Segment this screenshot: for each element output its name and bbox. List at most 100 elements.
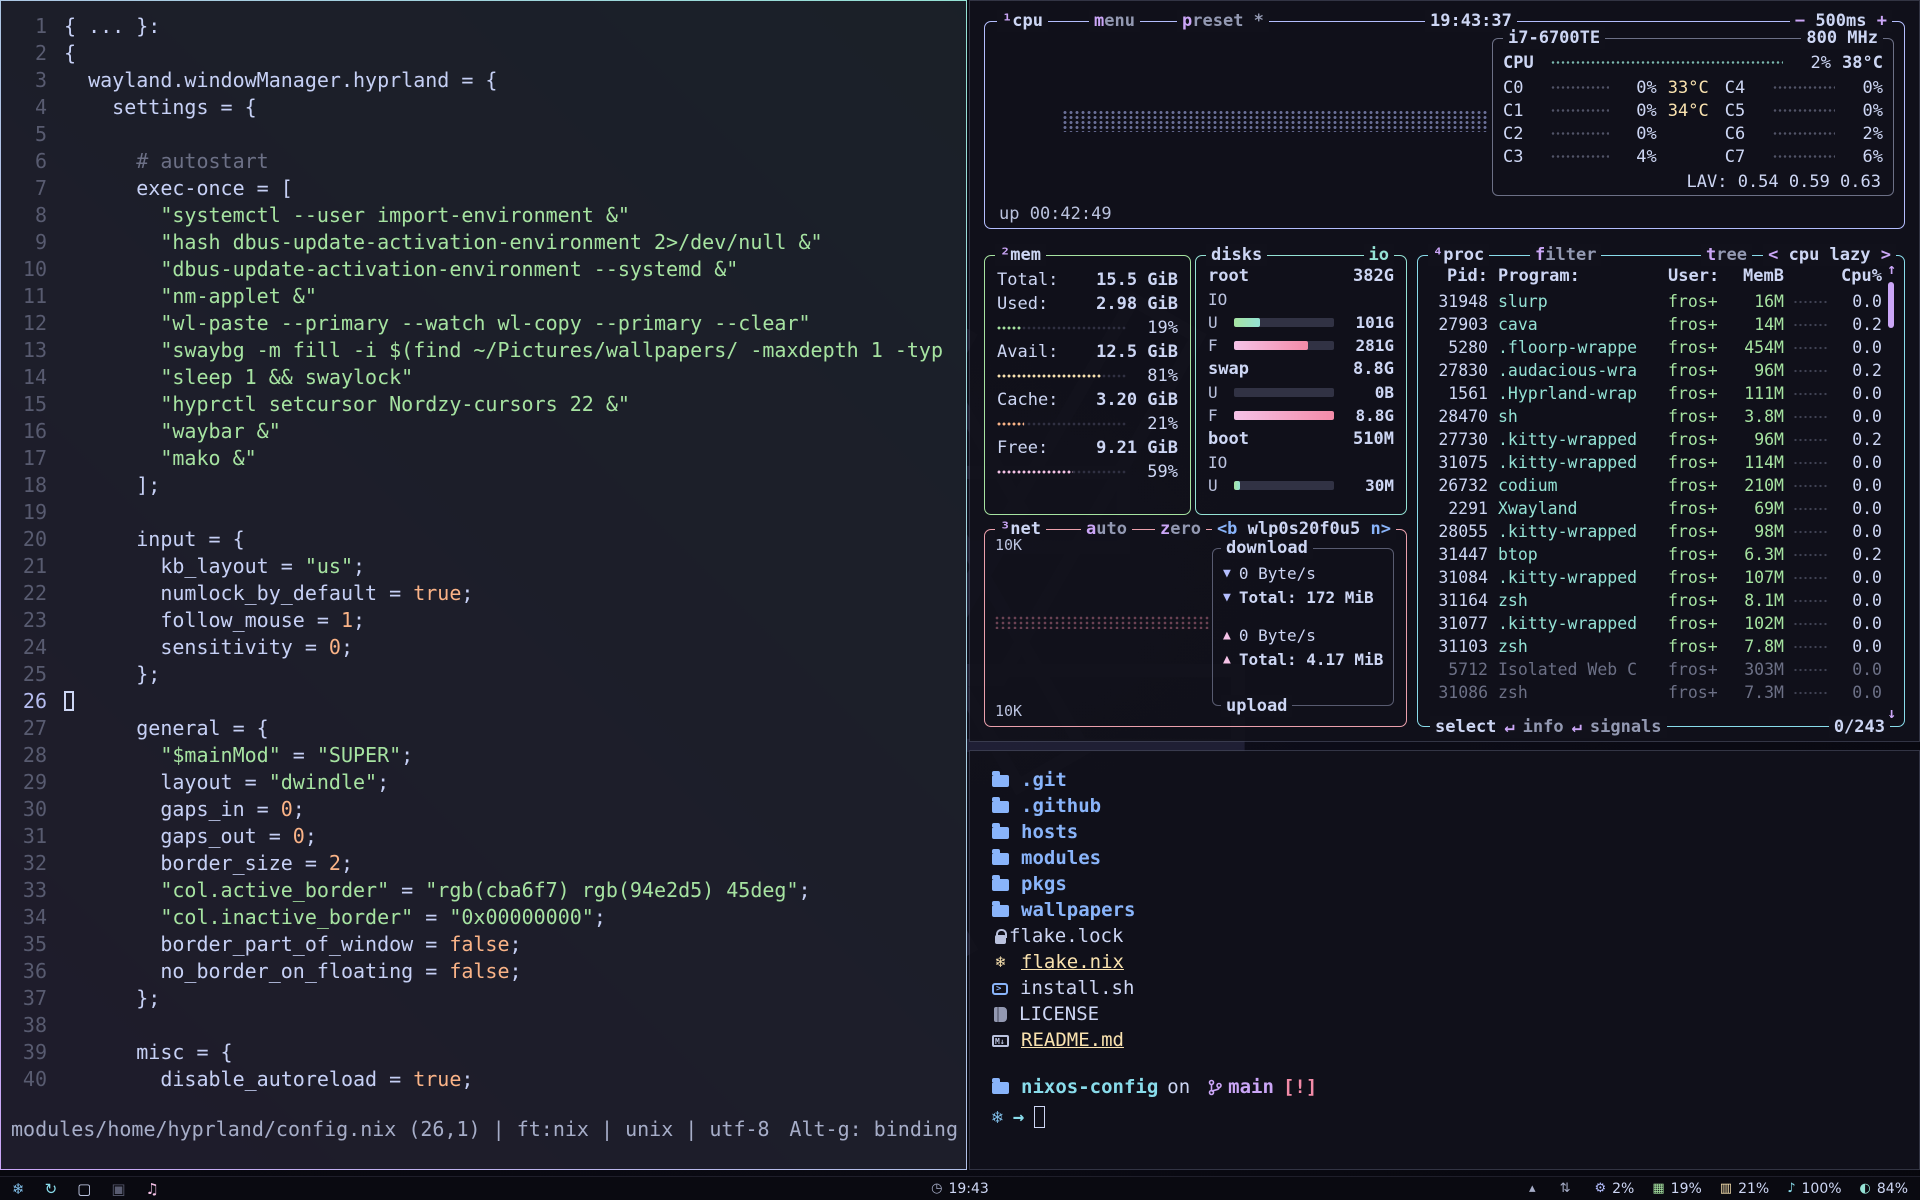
sort-mode-label: cpu lazy <box>1789 245 1871 265</box>
bar-apps-icon[interactable]: ▢ <box>77 1177 91 1200</box>
terminal-cursor <box>1034 1106 1045 1128</box>
disks-box-title[interactable]: disks <box>1206 244 1267 266</box>
iface-next-button[interactable]: n> <box>1371 519 1391 539</box>
process-meter <box>1794 438 1828 442</box>
net-scale-top: 10K <box>995 536 1022 554</box>
file-list-item: pkgs <box>992 871 1919 897</box>
line-number: 20 <box>1 526 47 553</box>
process-row[interactable]: 28470shfros+3.8M0.0 <box>1430 405 1882 428</box>
net-auto-button[interactable]: auto <box>1081 518 1132 540</box>
process-row[interactable]: 27730.kitty-wrappedfros+96M0.2 <box>1430 428 1882 451</box>
disks-io-toggle[interactable]: io <box>1364 244 1394 266</box>
disk-name: root <box>1208 266 1249 286</box>
column-header-pid[interactable]: Pid: <box>1430 266 1488 286</box>
process-user: fros+ <box>1668 453 1730 472</box>
line-number: 13 <box>1 337 47 364</box>
btop-terminal-window[interactable]: ¹cpu menu preset * 19:43:37 − 500ms + up… <box>969 0 1920 742</box>
process-row[interactable]: 5712Isolated Web Cfros+303M0.0 <box>1430 658 1882 681</box>
process-row[interactable]: 31164zshfros+8.1M0.0 <box>1430 589 1882 612</box>
memory-meter <box>997 373 1126 379</box>
sort-prev-button[interactable]: < <box>1768 245 1778 265</box>
line-number: 40 <box>1 1066 47 1093</box>
bar-tray-module[interactable]: ▴ <box>1529 1181 1542 1196</box>
process-row[interactable]: 5280.floorp-wrappefros+454M0.0 <box>1430 336 1882 359</box>
line-number: 7 <box>1 175 47 202</box>
editor-buffer[interactable]: 1{ ... }:2{3 wayland.windowManager.hyprl… <box>1 13 964 1099</box>
process-row[interactable]: 31084.kitty-wrappedfros+107M0.0 <box>1430 566 1882 589</box>
bar-display-icon[interactable]: ▣ <box>111 1177 125 1200</box>
bar-disk-module[interactable]: ▥21% <box>1720 1181 1769 1197</box>
code-text: wayland.windowManager.hyprland = { <box>64 67 964 94</box>
line-number: 33 <box>1 877 47 904</box>
disk-stat-value: 281G <box>1342 336 1394 355</box>
process-cpu: 0.0 <box>1838 660 1882 679</box>
shell-prompt-input-line[interactable]: ❄ → <box>992 1103 1919 1131</box>
download-arrow-icon: ▼ <box>1223 590 1231 605</box>
process-row[interactable]: 31447btopfros+6.3M0.2 <box>1430 543 1882 566</box>
editor-line: 12 "wl-paste --primary --watch wl-copy -… <box>1 310 964 337</box>
bar-cpu-module[interactable]: ⚙2% <box>1594 1181 1634 1197</box>
files-terminal-window[interactable]: .git.githubhostsmodulespkgswallpapersfla… <box>969 750 1920 1170</box>
preset-button[interactable]: preset * <box>1177 10 1269 32</box>
process-memb: 6.3M <box>1730 545 1784 564</box>
line-number: 22 <box>1 580 47 607</box>
bar-music-icon[interactable]: ♫ <box>146 1177 159 1200</box>
process-row[interactable]: 1561.Hyprland-wrapfros+111M0.0 <box>1430 382 1882 405</box>
process-user: fros+ <box>1668 361 1730 380</box>
disk-usage-bar <box>1234 411 1334 420</box>
prompt-git-branch: main <box>1228 1076 1274 1098</box>
cpu-usage-graph <box>1063 110 1489 132</box>
bar-battery-module[interactable]: ◐84% <box>1860 1181 1908 1197</box>
process-pid: 5712 <box>1430 660 1488 679</box>
prompt-on-label: on <box>1167 1076 1190 1098</box>
select-button[interactable]: select <box>1435 716 1496 738</box>
process-user: fros+ <box>1668 430 1730 449</box>
memory-box-title[interactable]: ²mem <box>995 244 1046 266</box>
filter-button[interactable]: filter <box>1530 244 1601 266</box>
process-row[interactable]: 27903cavafros+14M0.2 <box>1430 313 1882 336</box>
cpu-box-title[interactable]: ¹cpu <box>997 10 1048 32</box>
memory-meter-row: 19% <box>997 316 1178 340</box>
info-button[interactable]: info <box>1523 716 1564 738</box>
bar-network-module[interactable]: ⇅ <box>1560 1181 1577 1196</box>
process-row[interactable]: 31948slurpfros+16M0.0 <box>1430 290 1882 313</box>
bar-memory-module[interactable]: ▦19% <box>1652 1181 1701 1197</box>
process-row[interactable]: 26732codiumfros+210M0.0 <box>1430 474 1882 497</box>
scroll-up-arrow[interactable]: ↑ <box>1887 260 1896 278</box>
process-row[interactable]: 28055.kitty-wrappedfros+98M0.0 <box>1430 520 1882 543</box>
download-arrow-icon: ▼ <box>1223 566 1231 581</box>
bar-updates-icon[interactable]: ↻ <box>45 1177 58 1200</box>
process-user: fros+ <box>1668 407 1730 426</box>
volume-value: 100% <box>1802 1181 1842 1197</box>
editor-line: 23 follow_mouse = 1; <box>1 607 964 634</box>
process-row[interactable]: 2291Xwaylandfros+69M0.0 <box>1430 497 1882 520</box>
process-row[interactable]: 31075.kitty-wrappedfros+114M0.0 <box>1430 451 1882 474</box>
cpu-total-row: CPU 2% 38°C <box>1503 51 1883 74</box>
menu-button[interactable]: menu <box>1089 10 1140 32</box>
column-header-prog[interactable]: Program: <box>1498 266 1668 286</box>
process-row[interactable]: 31077.kitty-wrappedfros+102M0.0 <box>1430 612 1882 635</box>
editor-line: 36 no_border_on_floating = false; <box>1 958 964 985</box>
process-memb: 107M <box>1730 568 1784 587</box>
bar-nixos-menu-icon[interactable]: ❄ <box>12 1177 25 1200</box>
column-header-memb[interactable]: MemB <box>1730 266 1784 286</box>
clock-module[interactable]: ◷ 19:43 <box>931 1181 989 1197</box>
tree-toggle-button[interactable]: tree <box>1701 244 1752 266</box>
bar-volume-module[interactable]: ♪100% <box>1787 1181 1841 1197</box>
process-row[interactable]: 31086zshfros+7.3M0.0 <box>1430 681 1882 704</box>
code-text: numlock_by_default = true; <box>64 580 964 607</box>
process-row[interactable]: 31103zshfros+7.8M0.0 <box>1430 635 1882 658</box>
net-traffic-graph <box>995 616 1211 629</box>
column-header-cpu[interactable]: Cpu% <box>1838 266 1882 286</box>
editor-terminal-window[interactable]: 1{ ... }:2{3 wayland.windowManager.hyprl… <box>0 0 967 1170</box>
network-icon: ⇅ <box>1560 1181 1571 1196</box>
process-box-title[interactable]: ⁴proc <box>1428 244 1489 266</box>
signals-button[interactable]: signals <box>1590 716 1662 738</box>
code-text: "hyprctl setcursor Nordzy-cursors 22 &" <box>64 391 964 418</box>
process-row[interactable]: 27830.audacious-wrafros+96M0.2 <box>1430 359 1882 382</box>
iface-prev-button[interactable]: <b <box>1217 519 1237 539</box>
memory-meter-fill <box>997 325 1022 331</box>
net-zero-button[interactable]: zero <box>1155 518 1206 540</box>
column-header-user[interactable]: User: <box>1668 266 1730 286</box>
scrollbar-thumb[interactable] <box>1888 282 1894 328</box>
